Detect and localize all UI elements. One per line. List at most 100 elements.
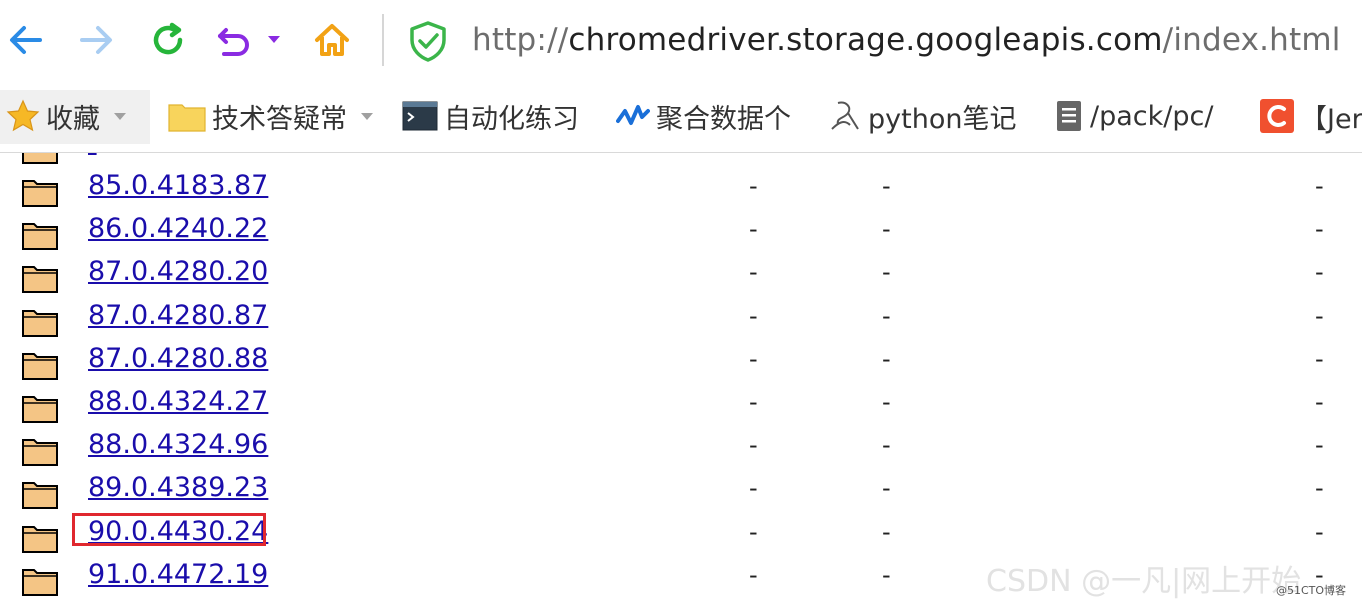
address-bar[interactable]: http://chromedriver.storage.googleapis.c… (472, 18, 1341, 62)
table-row: 88.0.4324.96 - - - (0, 424, 1362, 467)
bookmark-python-notes[interactable]: python笔记 (828, 80, 1016, 152)
undo-dropdown-button[interactable] (262, 14, 286, 66)
version-link-clipped[interactable] (88, 153, 97, 161)
zigzag-logo-icon (616, 101, 650, 131)
folder-icon (22, 396, 58, 423)
bookmarks-bar: 收藏 技术答疑常 自动化练习 聚合数据个 python笔记 /pack/pc/ … (0, 80, 1362, 153)
shield-icon[interactable] (408, 20, 448, 62)
forward-arrow-icon (80, 26, 112, 54)
last-modified-cell: - (749, 258, 758, 287)
chevron-down-icon (361, 112, 373, 120)
etag-cell: - (882, 388, 891, 416)
forward-button[interactable] (70, 14, 122, 66)
folder-icon (22, 223, 58, 251)
version-link[interactable]: 87.0.4280.88 (88, 341, 268, 377)
etag-cell: - (882, 172, 891, 200)
folder-icon (22, 482, 58, 510)
etag-cell: - (882, 517, 891, 546)
bookmark-label: python笔记 (868, 103, 1017, 135)
browser-toolbar: http://chromedriver.storage.googleapis.c… (0, 0, 1362, 80)
pen-logo-icon (828, 99, 862, 133)
url-host: chromedriver.storage.googleapis.com (568, 22, 1163, 58)
undo-icon (218, 28, 249, 56)
last-modified-cell: - (749, 517, 758, 546)
table-row: 87.0.4280.87 - - - (0, 295, 1362, 338)
watermark: CSDN @一凡|网上开始 (986, 564, 1302, 599)
home-icon (315, 24, 349, 56)
size-cell: - (1315, 388, 1324, 416)
folder-icon (22, 568, 58, 596)
etag-cell: - (882, 431, 891, 460)
size-cell: - (1315, 517, 1324, 546)
version-link[interactable]: 91.0.4472.19 (88, 557, 268, 593)
last-modified-cell: - (749, 301, 758, 330)
last-modified-cell: - (749, 172, 758, 200)
folder-icon (22, 266, 58, 294)
bookmark-label: 收藏 (46, 103, 100, 135)
folder-icon (22, 439, 58, 467)
version-link[interactable]: 89.0.4389.23 (88, 470, 268, 506)
back-button[interactable] (0, 14, 52, 66)
chevron-down-icon (268, 36, 280, 43)
table-row: 86.0.4240.22 - - - (0, 208, 1362, 251)
etag-cell: - (882, 474, 891, 503)
document-icon (1054, 100, 1084, 132)
size-cell: - (1315, 301, 1324, 330)
last-modified-cell: - (749, 388, 758, 416)
url-path: /index.html (1162, 22, 1341, 58)
bookmark-label: 技术答疑常 (212, 103, 347, 135)
folder-icon (22, 153, 58, 164)
folder-icon (22, 525, 58, 553)
table-row: 89.0.4389.23 - - - (0, 467, 1362, 510)
version-link[interactable]: 86.0.4240.22 (88, 211, 268, 247)
size-cell: - (1315, 431, 1324, 460)
folder-icon (22, 180, 58, 207)
table-row-clipped (0, 153, 1362, 165)
bookmark-folder-tech[interactable]: 技术答疑常 (168, 80, 373, 152)
last-modified-cell: - (749, 215, 758, 244)
folder-icon (22, 352, 58, 380)
url-scheme: http:// (472, 22, 569, 58)
bookmark-label: /pack/pc/ (1090, 100, 1214, 132)
bookmark-label: 【Jer (1300, 103, 1362, 135)
etag-cell: - (882, 215, 891, 244)
table-row: 87.0.4280.20 - - - (0, 251, 1362, 294)
version-link[interactable]: 87.0.4280.20 (88, 254, 268, 290)
back-arrow-icon (10, 26, 42, 54)
bookmark-label: 聚合数据个 (656, 103, 791, 135)
version-link[interactable]: 88.0.4324.27 (88, 384, 268, 420)
terminal-icon (402, 101, 438, 131)
highlight-box (72, 513, 266, 546)
bookmark-juhe-data[interactable]: 聚合数据个 (616, 80, 791, 152)
undo-button[interactable] (214, 14, 254, 66)
last-modified-cell: - (749, 474, 758, 503)
toolbar-separator (382, 14, 384, 66)
directory-listing: 85.0.4183.87- - -86.0.4240.22- - -87.0.4280.… (0, 153, 1362, 604)
bookmark-label: 自动化练习 (444, 103, 579, 135)
folder-icon (22, 309, 58, 337)
size-cell: - (1315, 258, 1324, 287)
watermark-corner: @51CTO博客 (1276, 584, 1347, 597)
etag-cell: - (882, 301, 891, 330)
home-button[interactable] (306, 14, 358, 66)
folder-icon (168, 100, 206, 132)
bookmark-pack-pc[interactable]: /pack/pc/ (1054, 80, 1213, 152)
table-row: 88.0.4324.27 - - - (0, 381, 1362, 424)
bookmark-csdn[interactable]: 【Jer (1260, 80, 1362, 152)
size-cell: - (1315, 172, 1324, 200)
version-link[interactable]: 87.0.4280.87 (88, 298, 268, 334)
csdn-c-icon (1260, 99, 1294, 133)
last-modified-cell: - (749, 344, 758, 373)
version-link[interactable]: 88.0.4324.96 (88, 427, 268, 463)
version-link[interactable]: 85.0.4183.87 (88, 168, 268, 204)
etag-cell: - (882, 560, 891, 589)
last-modified-cell: - (749, 560, 758, 589)
bookmark-automation[interactable]: 自动化练习 (402, 80, 579, 152)
etag-cell: - (882, 258, 891, 287)
refresh-button[interactable] (142, 14, 194, 66)
etag-cell: - (882, 344, 891, 373)
bookmark-favorites[interactable]: 收藏 (6, 80, 126, 152)
table-row: 87.0.4280.88 - - - (0, 338, 1362, 381)
last-modified-cell: - (749, 431, 758, 460)
chevron-down-icon (114, 112, 126, 120)
